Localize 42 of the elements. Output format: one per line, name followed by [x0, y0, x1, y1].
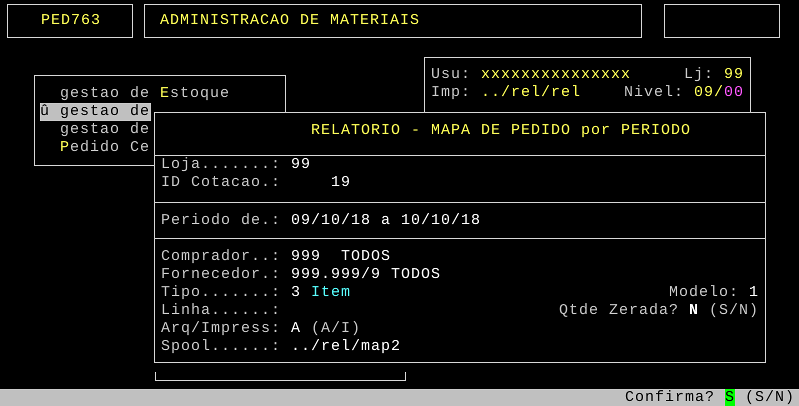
field-value: ../rel/map2	[291, 338, 402, 356]
field-label: Fornecedor.:	[161, 266, 282, 284]
field-value: 999.999/9 TODOS	[291, 266, 442, 284]
info-label: Lj:	[684, 66, 714, 84]
info-value: xxxxxxxxxxxxxxx	[481, 66, 632, 84]
info-value: ../rel/rel	[481, 84, 582, 102]
info-label: Usu:	[431, 66, 472, 84]
field-label: Qtde Zerada?	[558, 302, 679, 320]
menu-item[interactable]: gestao de	[40, 121, 152, 139]
field-value: A	[291, 320, 302, 338]
field-detail: Item	[311, 284, 352, 302]
program-code: PED763	[41, 12, 102, 30]
menu-item[interactable]: gestao de Estoque	[40, 85, 232, 103]
menu-item[interactable]: û gestao de	[40, 103, 152, 121]
confirm-options: (S/N)	[744, 388, 795, 406]
field-label: Arq/Impress:	[161, 320, 282, 338]
field-label: Comprador..:	[161, 248, 282, 266]
field-hint: (S/N)	[708, 302, 759, 320]
field-label: Modelo:	[668, 284, 739, 302]
field-value: 19	[330, 174, 352, 192]
field-label: Tipo.......:	[161, 284, 282, 302]
field-hint: (A/I)	[311, 320, 362, 338]
field-value: 99	[291, 156, 312, 174]
info-value: 09/00	[694, 84, 744, 102]
menu-item[interactable]: Pedido Ce	[40, 139, 152, 157]
field-label: Periodo de.:	[161, 212, 282, 230]
info-value: 99	[724, 66, 744, 84]
field-value: 999 TODOS	[291, 248, 392, 266]
field-value: 09/10/18 a 10/10/18	[291, 212, 482, 230]
field-value: 1	[748, 284, 759, 302]
info-label: Imp:	[431, 84, 472, 102]
system-title: ADMINISTRACAO DE MATERIAIS	[160, 12, 420, 30]
confirm-answer[interactable]: S	[724, 388, 735, 406]
field-label: ID Cotacao.:	[161, 174, 282, 192]
field-value: 3	[291, 284, 302, 302]
dialog-title: RELATORIO - MAPA DE PEDIDO por PERIODO	[311, 122, 692, 139]
info-label: Nivel:	[624, 84, 684, 102]
confirm-prompt: Confirma?	[624, 388, 715, 406]
field-label: Linha......:	[161, 302, 282, 320]
field-label: Loja.......:	[161, 156, 282, 174]
field-value: N	[688, 302, 699, 320]
field-label: Spool......:	[161, 338, 282, 356]
